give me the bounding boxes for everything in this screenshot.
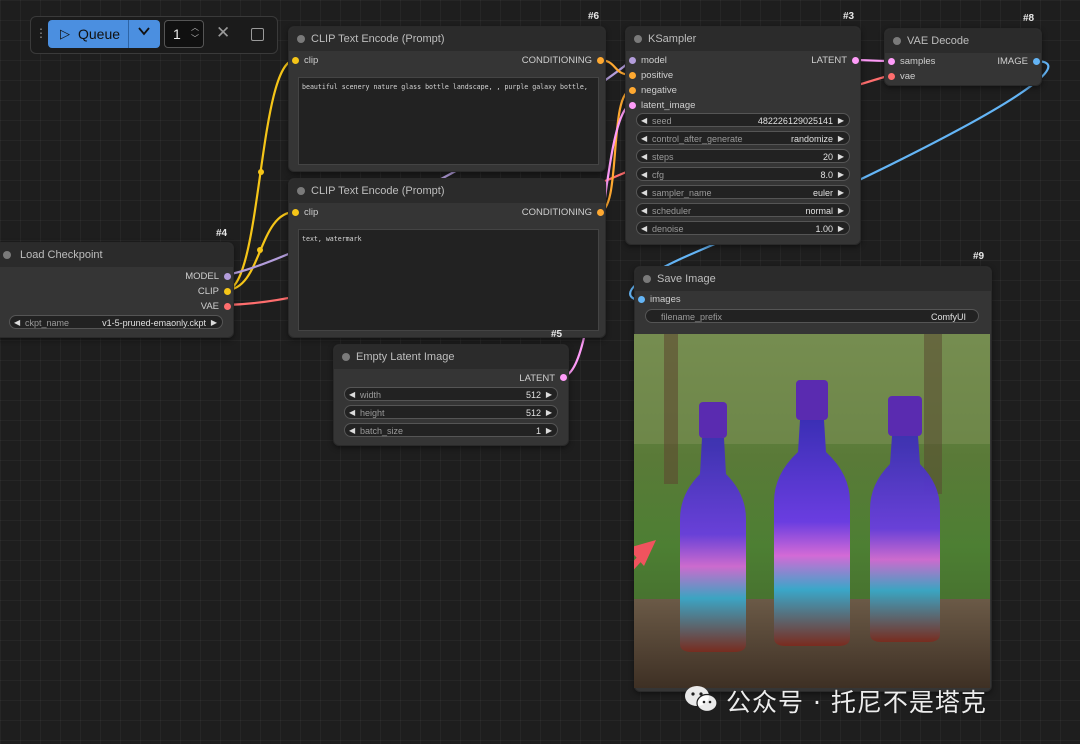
queue-toolbar: ⋮ ▷ Queue 1 ︿ ﹀ ✕ [30, 16, 278, 54]
chevron-down-icon[interactable] [137, 24, 151, 41]
node-id: #8 [1023, 13, 1035, 24]
sampler-name-widget[interactable]: ◀ sampler_name euler ▶ [636, 185, 850, 199]
input-latent-image-dot[interactable] [629, 102, 636, 109]
output-conditioning: CONDITIONING [521, 207, 592, 218]
batch-size-widget[interactable]: ◀ batch_size 1 ▶ [344, 423, 558, 437]
control-after-generate-widget[interactable]: ◀ control_after_generate randomize ▶ [636, 131, 850, 145]
node-header[interactable]: CLIP Text Encode (Prompt) [289, 179, 605, 203]
node-header[interactable]: Empty Latent Image [334, 345, 568, 369]
input-samples-dot[interactable] [888, 58, 895, 65]
batch-count-input[interactable]: 1 ︿ ﹀ [164, 20, 204, 48]
input-clip: clip [304, 207, 319, 218]
input-vae-dot[interactable] [888, 73, 895, 80]
output-vae: VAE [200, 301, 219, 312]
scheduler-widget[interactable]: ◀ scheduler normal ▶ [636, 203, 850, 217]
prompt-textarea[interactable]: beautiful scenery nature glass bottle la… [298, 77, 599, 165]
node-title: Empty Latent Image [356, 351, 455, 363]
node-id: #4 [216, 228, 228, 239]
input-clip-dot[interactable] [292, 209, 299, 216]
input-positive: positive [641, 70, 674, 81]
ckpt-name-widget[interactable]: ◀ ckpt_name v1-5-pruned-emaonly.ckpt ▶ [9, 315, 223, 329]
increment-icon[interactable]: ︿ [191, 22, 199, 33]
output-model-dot[interactable] [224, 273, 231, 280]
denoise-widget[interactable]: ◀ denoise 1.00 ▶ [636, 221, 850, 235]
node-title: VAE Decode [907, 35, 970, 47]
input-positive-dot[interactable] [629, 72, 636, 79]
input-model: model [641, 55, 667, 66]
watermark: 公众号 · 托尼不是塔克 [684, 683, 987, 719]
node-clip-text-encode-positive[interactable]: CLIP Text Encode (Prompt) clip CONDITION… [288, 26, 606, 172]
node-title: KSampler [648, 33, 697, 45]
output-image-dot[interactable] [1033, 58, 1040, 65]
output-latent-dot[interactable] [560, 374, 567, 381]
batch-count-value: 1 [173, 26, 181, 42]
filename-prefix-widget[interactable]: filename_prefix ComfyUI [645, 309, 979, 323]
steps-widget[interactable]: ◀ steps 20 ▶ [636, 149, 850, 163]
output-conditioning-dot[interactable] [597, 209, 604, 216]
seed-widget[interactable]: ◀ seed 482226129025141 ▶ [636, 113, 850, 127]
node-empty-latent-image[interactable]: Empty Latent Image LATENT ◀ width 512 ▶ ◀ he… [333, 344, 569, 446]
height-widget[interactable]: ◀ height 512 ▶ [344, 405, 558, 419]
negative-prompt-textarea[interactable]: text, watermark [298, 229, 599, 331]
input-model-dot[interactable] [629, 57, 636, 64]
width-widget[interactable]: ◀ width 512 ▶ [344, 387, 558, 401]
stop-icon[interactable] [251, 28, 264, 41]
wechat-icon [684, 684, 718, 719]
node-load-checkpoint[interactable]: Load Checkpoint MODEL CLIP VAE ◀ ckpt_na… [0, 242, 234, 338]
input-images-dot[interactable] [638, 296, 645, 303]
node-header[interactable]: Load Checkpoint [0, 243, 233, 267]
output-conditioning-dot[interactable] [597, 57, 604, 64]
output-vae-dot[interactable] [224, 303, 231, 310]
node-vae-decode[interactable]: VAE Decode samples vae IMAGE [884, 28, 1042, 86]
node-title: CLIP Text Encode (Prompt) [311, 185, 445, 197]
input-images: images [650, 294, 681, 305]
node-header[interactable]: VAE Decode [885, 29, 1041, 53]
node-id: #6 [588, 11, 600, 22]
input-vae: vae [900, 71, 916, 82]
queue-label: Queue [78, 26, 121, 42]
input-latent-image: latent_image [641, 100, 696, 111]
node-title: CLIP Text Encode (Prompt) [311, 33, 445, 45]
node-header[interactable]: CLIP Text Encode (Prompt) [289, 27, 605, 51]
node-clip-text-encode-negative[interactable]: CLIP Text Encode (Prompt) clip CONDITION… [288, 178, 606, 338]
decrement-icon[interactable]: ﹀ [191, 33, 199, 44]
output-latent: LATENT [811, 55, 847, 66]
input-negative: negative [641, 85, 677, 96]
output-clip-dot[interactable] [224, 288, 231, 295]
node-id: #3 [843, 11, 855, 22]
generated-image-preview[interactable] [634, 334, 990, 688]
output-image: IMAGE [997, 56, 1028, 67]
play-icon: ▷ [60, 26, 70, 41]
output-clip: CLIP [197, 286, 219, 297]
node-header[interactable]: Save Image [635, 267, 991, 291]
drag-handle-icon[interactable]: ⋮ [35, 26, 47, 40]
node-id: #9 [973, 251, 985, 262]
close-icon[interactable]: ✕ [216, 23, 230, 43]
watermark-text: 公众号 · 托尼不是塔克 [726, 688, 987, 717]
node-ksampler[interactable]: KSampler model positive negative latent_… [625, 26, 861, 245]
output-model: MODEL [185, 271, 219, 282]
queue-button[interactable]: ▷ Queue [48, 20, 160, 48]
node-title: Load Checkpoint [20, 249, 103, 261]
input-clip-dot[interactable] [292, 57, 299, 64]
node-title: Save Image [657, 273, 716, 285]
node-header[interactable]: KSampler [626, 27, 860, 51]
output-latent: LATENT [519, 373, 555, 384]
input-negative-dot[interactable] [629, 87, 636, 94]
input-clip: clip [304, 55, 319, 66]
input-samples: samples [900, 56, 936, 67]
cfg-widget[interactable]: ◀ cfg 8.0 ▶ [636, 167, 850, 181]
output-latent-dot[interactable] [852, 57, 859, 64]
node-id: #5 [551, 329, 563, 340]
output-conditioning: CONDITIONING [521, 55, 592, 66]
